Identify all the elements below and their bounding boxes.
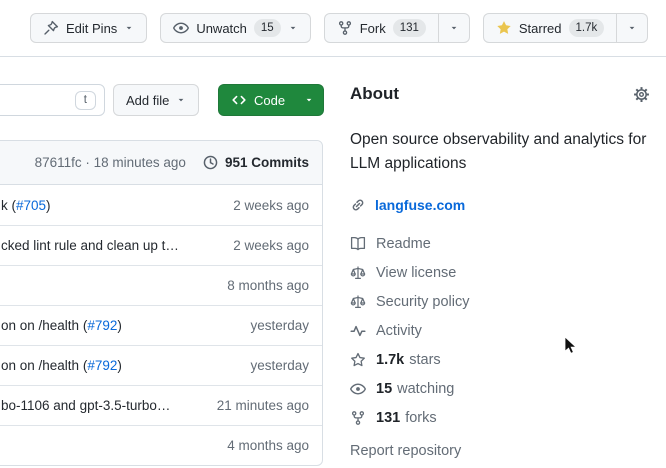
about-stat-watching[interactable]: 15 watching — [350, 381, 650, 397]
file-table: 87611fc · 18 minutes ago 951 Commits k (… — [0, 140, 323, 466]
pr-link[interactable]: #792 — [87, 358, 117, 373]
pulse-icon — [350, 323, 366, 339]
go-to-file-input[interactable]: t — [0, 84, 105, 116]
starred-label: Starred — [519, 21, 562, 36]
fork-icon — [337, 20, 353, 36]
add-file-button[interactable]: Add file — [113, 84, 199, 116]
repo-toolbar: t Add file Code — [0, 84, 335, 116]
about-title: About — [350, 84, 399, 104]
commit-date[interactable]: yesterday — [250, 358, 309, 373]
unwatch-label: Unwatch — [196, 21, 247, 36]
star-icon — [350, 352, 366, 368]
eye-icon — [173, 20, 189, 36]
code-dropdown-button[interactable] — [295, 95, 323, 105]
website-link[interactable]: langfuse.com — [375, 197, 465, 213]
law-icon — [350, 294, 366, 310]
stars-count-badge: 1.7k — [569, 19, 605, 37]
about-stat-stars[interactable]: 1.7k stars — [350, 352, 650, 368]
commits-count: 951 Commits — [225, 155, 309, 170]
book-icon — [350, 236, 366, 252]
repo-description: Open source observability and analytics … — [350, 128, 650, 176]
commit-date[interactable]: 8 months ago — [227, 278, 309, 293]
table-row[interactable]: on on /health (#792) yesterday — [0, 345, 322, 385]
about-section: About Open source observability and anal… — [350, 84, 650, 459]
table-row[interactable]: cked lint rule and clean up t… 2 weeks a… — [0, 225, 322, 265]
about-link-license[interactable]: View license — [350, 265, 650, 281]
table-row[interactable]: bo-1106 and gpt-3.5-turbo… 21 minutes ag… — [0, 385, 322, 425]
commit-date[interactable]: yesterday — [250, 318, 309, 333]
chevron-down-icon — [627, 23, 637, 33]
commit-message: k (#705) — [1, 198, 221, 213]
fork-label: Fork — [360, 21, 386, 36]
chevron-down-icon — [176, 95, 186, 105]
link-icon — [350, 197, 366, 213]
pr-link[interactable]: #705 — [16, 198, 46, 213]
law-icon — [350, 265, 366, 281]
commits-link[interactable]: 951 Commits — [202, 154, 309, 171]
shortcut-keycap: t — [75, 91, 96, 110]
edit-pins-label: Edit Pins — [66, 21, 117, 36]
table-row[interactable]: on on /health (#792) yesterday — [0, 305, 322, 345]
about-stat-forks[interactable]: 131 forks — [350, 410, 650, 426]
commit-message: bo-1106 and gpt-3.5-turbo… — [1, 398, 205, 413]
commit-date[interactable]: 2 weeks ago — [233, 198, 309, 213]
report-repository-link[interactable]: Report repository — [350, 443, 650, 459]
about-link-readme[interactable]: Readme — [350, 236, 650, 252]
table-row[interactable]: 4 months ago — [0, 425, 322, 465]
chevron-down-icon — [124, 23, 134, 33]
code-button[interactable]: Code — [218, 84, 324, 116]
table-row[interactable]: 8 months ago — [0, 265, 322, 305]
about-link-activity[interactable]: Activity — [350, 323, 650, 339]
add-file-label: Add file — [126, 93, 169, 108]
commit-message: cked lint rule and clean up t… — [1, 238, 221, 253]
pr-link[interactable]: #792 — [87, 318, 117, 333]
eye-icon — [350, 381, 366, 397]
chevron-down-icon — [449, 23, 459, 33]
commit-date[interactable]: 4 months ago — [227, 438, 309, 453]
code-icon — [231, 92, 247, 108]
about-links: Readme View license Security policy Acti… — [350, 236, 650, 426]
latest-commit-bar: 87611fc · 18 minutes ago 951 Commits — [0, 141, 322, 185]
fork-button[interactable]: Fork 131 — [324, 13, 438, 43]
history-icon — [202, 154, 219, 171]
commit-message: on on /health (#792) — [1, 358, 238, 373]
star-dropdown-button[interactable] — [616, 13, 648, 43]
fork-icon — [350, 410, 366, 426]
fork-split-button: Fork 131 — [324, 13, 470, 43]
commit-message: on on /health (#792) — [1, 318, 238, 333]
star-icon — [496, 20, 512, 36]
unwatch-button[interactable]: Unwatch 15 — [160, 13, 310, 43]
code-label: Code — [254, 93, 285, 108]
forks-count-badge: 131 — [393, 19, 426, 37]
pin-icon — [43, 20, 59, 36]
gear-icon[interactable] — [633, 86, 650, 103]
edit-pins-button[interactable]: Edit Pins — [30, 13, 147, 43]
fork-dropdown-button[interactable] — [438, 13, 470, 43]
chevron-down-icon — [288, 23, 298, 33]
commit-date[interactable]: 21 minutes ago — [217, 398, 309, 413]
watchers-count-badge: 15 — [254, 19, 281, 37]
star-split-button: Starred 1.7k — [483, 13, 648, 43]
table-row[interactable]: k (#705) 2 weeks ago — [0, 185, 322, 225]
about-link-security[interactable]: Security policy — [350, 294, 650, 310]
commit-date[interactable]: 2 weeks ago — [233, 238, 309, 253]
commit-sha-time[interactable]: 87611fc · 18 minutes ago — [35, 155, 186, 170]
chevron-down-icon — [304, 95, 314, 105]
repo-actions-bar: Edit Pins Unwatch 15 Fork 131 Starred 1.… — [0, 0, 666, 57]
starred-button[interactable]: Starred 1.7k — [483, 13, 616, 43]
